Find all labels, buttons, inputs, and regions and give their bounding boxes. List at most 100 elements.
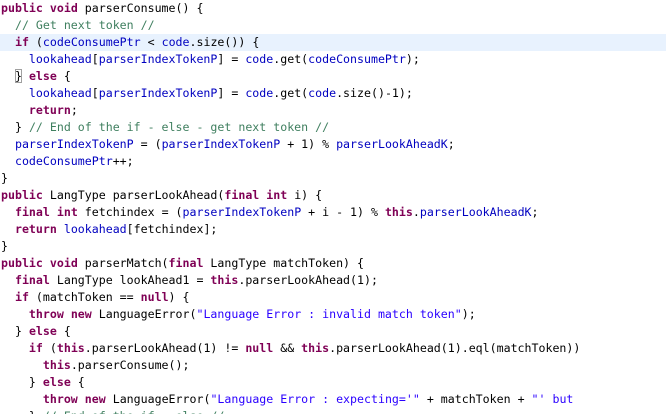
code-line[interactable]: parserIndexTokenP = (parserIndexTokenP +… <box>0 136 666 153</box>
keyword-token: null <box>140 290 169 304</box>
code-token: .size()-1); <box>336 86 413 100</box>
code-token: LanguageError( <box>91 307 197 321</box>
code-token: { <box>56 324 71 338</box>
field-token: lookahead <box>28 52 92 66</box>
code-token: LanguageError( <box>105 392 211 406</box>
code-line[interactable]: throw new LanguageError("Language Error … <box>0 391 666 408</box>
field-token: parserLookAheadK <box>419 205 532 219</box>
code-line[interactable]: } // End of the if - else - get next tok… <box>0 119 666 136</box>
code-token: .get( <box>273 86 309 100</box>
code-token: ; <box>531 205 539 219</box>
keyword-token: void <box>49 256 78 270</box>
field-token: parserIndexTokenP <box>98 86 218 100</box>
code-line[interactable]: codeConsumePtr++; <box>0 153 666 170</box>
keyword-token: if <box>14 35 29 49</box>
code-line[interactable]: } // End of the if - else // <box>0 408 666 414</box>
code-token: [fetchindex]; <box>126 222 218 236</box>
keyword-token: void <box>49 1 78 15</box>
keyword-token: new <box>84 392 106 406</box>
keyword-token: this <box>42 358 71 372</box>
code-line[interactable]: if (codeConsumePtr < code.size()) { <box>0 34 666 51</box>
code-line[interactable]: return; <box>0 102 666 119</box>
comment-token: // Get next token // <box>14 18 155 32</box>
code-line[interactable]: this.parserConsume(); <box>0 357 666 374</box>
code-line[interactable]: } else { <box>0 374 666 391</box>
field-token: parserIndexTokenP <box>14 137 134 151</box>
code-token: ; <box>70 103 78 117</box>
keyword-token: if <box>28 341 43 355</box>
code-line[interactable]: public void parserConsume() { <box>0 0 666 17</box>
keyword-token: return <box>28 103 71 117</box>
code-token: ++; <box>112 154 134 168</box>
code-line[interactable]: public LangType parserLookAhead(final in… <box>0 187 666 204</box>
code-token: (matchToken == <box>28 290 141 304</box>
keyword-token: else <box>42 375 71 389</box>
code-line[interactable]: } else { <box>0 323 666 340</box>
code-line[interactable]: throw new LanguageError("Language Error … <box>0 306 666 323</box>
string-token: "Language Error : expecting='" <box>210 392 420 406</box>
code-token: ( <box>42 341 57 355</box>
code-line[interactable]: } <box>0 170 666 187</box>
field-token: codeConsumePtr <box>308 52 406 66</box>
keyword-token: this <box>210 273 239 287</box>
code-line[interactable]: return lookahead[fetchindex]; <box>0 221 666 238</box>
field-token: parserIndexTokenP <box>182 205 302 219</box>
code-token: } <box>14 324 29 338</box>
keyword-token: this <box>56 341 85 355</box>
field-token: parserIndexTokenP <box>161 137 281 151</box>
code-token: } <box>28 375 43 389</box>
code-line[interactable]: final LangType lookAhead1 = this.parserL… <box>0 272 666 289</box>
code-line[interactable]: } else { <box>0 68 666 85</box>
string-token: "Language Error : invalid match token" <box>196 307 462 321</box>
code-token: } <box>14 120 29 134</box>
code-token: ); <box>405 52 420 66</box>
comment-token: // End of the if - else - get next token… <box>28 120 330 134</box>
code-token: } <box>1 171 8 185</box>
code-token: + i - 1) % <box>301 205 385 219</box>
code-token: } <box>1 239 8 253</box>
code-token: parserMatch( <box>77 256 169 270</box>
keyword-token: final <box>168 256 204 270</box>
keyword-token: this <box>301 341 330 355</box>
code-line[interactable]: if (matchToken == null) { <box>0 289 666 306</box>
code-editor[interactable]: public void parserConsume() { // Get nex… <box>0 0 666 414</box>
code-token: ] = <box>217 52 246 66</box>
code-line[interactable]: lookahead[parserIndexTokenP] = code.get(… <box>0 85 666 102</box>
code-token: i) { <box>287 188 323 202</box>
keyword-token: return <box>14 222 57 236</box>
comment-token: // End of the if - else // <box>43 409 224 414</box>
code-token: + 1) % <box>280 137 337 151</box>
code-token: LangType parserLookAhead( <box>42 188 225 202</box>
code-line[interactable]: // Get next token // <box>0 17 666 34</box>
code-line[interactable]: final int fetchindex = (parserIndexToken… <box>0 204 666 221</box>
code-token: ( <box>28 35 43 49</box>
code-token: { <box>56 69 71 83</box>
code-line[interactable]: public void parserMatch(final LangType m… <box>0 255 666 272</box>
code-line[interactable]: } <box>0 238 666 255</box>
code-line[interactable]: if (this.parserLookAhead(1) != null && t… <box>0 340 666 357</box>
keyword-token: else <box>28 69 57 83</box>
field-token: code <box>308 86 337 100</box>
code-line[interactable]: lookahead[parserIndexTokenP] = code.get(… <box>0 51 666 68</box>
code-token: LangType lookAhead1 = <box>49 273 211 287</box>
